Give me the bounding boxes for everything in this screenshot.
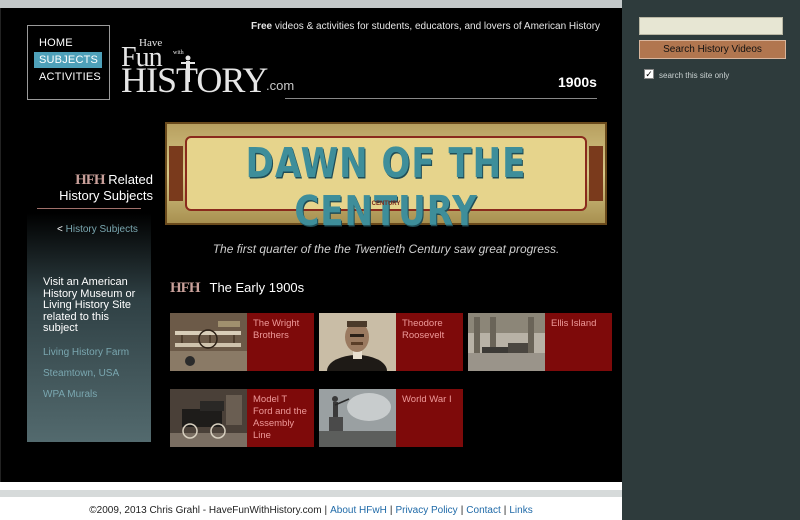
sidebar: HFH Related History Subjects < History S… [27,124,153,442]
tagline-rest: videos & activities for students, educat… [272,21,601,32]
hfh-logo-icon: HFH [75,172,105,188]
search-history-videos-button[interactable]: Search History Videos [639,40,786,59]
footer-links-link[interactable]: Links [509,505,532,516]
history-subjects-link-label: History Subjects [62,224,138,235]
top-strip [0,0,622,8]
era-label: 1900s [558,74,597,90]
banner-caption: The first quarter of the the Twentieth C… [212,242,560,256]
footer-copyright: ©2009, 2013 Chris Grahl - HaveFunWithHis… [89,505,322,516]
banner-ornament-right [589,146,603,201]
history-subjects-link[interactable]: < History Subjects [57,224,138,235]
tile-ellis-island-label: Ellis Island [545,313,612,371]
tile-world-war-i[interactable]: World War I [319,389,463,447]
sidebar-title-line2: History Subjects [59,188,153,203]
dawn-of-the-century-banner: DAWN OF THE CENTURY CENTURY [165,122,607,236]
main-content: HOME SUBJECTS ACTIVITIES Have Fun with H… [0,8,622,482]
tile-ellis-island[interactable]: Ellis Island [468,313,612,371]
tile-world-war-i-label: World War I [396,389,463,447]
tile-model-t-ford[interactable]: Model T Ford and the Assembly Line [170,389,314,447]
banner-title: DAWN OF THE CENTURY [245,140,527,236]
soldier-photo-icon [319,389,396,447]
visit-museum-text: Visit an American History Museum or Livi… [43,276,136,334]
wpa-murals-link[interactable]: WPA Murals [43,389,97,400]
tile-model-t-ford-label: Model T Ford and the Assembly Line [247,389,314,447]
living-history-farm-link[interactable]: Living History Farm [43,347,129,358]
sidebar-title-line1: Related [108,172,153,187]
sidebar-title: HFH Related History Subjects [41,172,153,204]
search-panel: Search History Videos ✓ search this site… [622,0,800,520]
search-site-only-label: search this site only [659,71,730,80]
tagline-free: Free [251,21,273,32]
hall-photo-icon [468,313,545,371]
logo-dotcom: .com [266,78,295,93]
portrait-photo-icon [319,313,396,371]
banner-subtitle: CENTURY [371,201,401,207]
site-logo[interactable]: Have Fun with HISTORY .com [121,37,301,100]
banner-ornament-left [169,146,183,201]
nav-home[interactable]: HOME [34,35,102,51]
sidebar-divider [37,208,141,209]
footer-privacy-link[interactable]: Privacy Policy [395,505,457,516]
search-input[interactable] [639,17,783,35]
tile-wright-brothers[interactable]: The Wright Brothers [170,313,314,371]
hfh-logo-icon: HFH [170,280,200,296]
footer-text: ©2009, 2013 Chris Grahl - HaveFunWithHis… [89,505,533,516]
footer-contact-link[interactable]: Contact [466,505,500,516]
header-divider [285,98,597,99]
nav-activities[interactable]: ACTIVITIES [34,69,102,85]
car-photo-icon [170,389,247,447]
main-nav: HOME SUBJECTS ACTIVITIES [27,25,110,100]
footer-about-link[interactable]: About HFwH [330,505,387,516]
nav-subjects[interactable]: SUBJECTS [34,52,102,68]
footer: ©2009, 2013 Chris Grahl - HaveFunWithHis… [0,490,622,520]
tile-wright-brothers-label: The Wright Brothers [247,313,314,371]
tile-theodore-roosevelt[interactable]: Theodore Roosevelt [319,313,463,371]
banner-panel: DAWN OF THE CENTURY CENTURY [185,136,587,236]
search-site-only-checkbox[interactable]: ✓ [644,69,654,79]
logo-figure-icon [181,55,195,82]
section-title: The Early 1900s [209,280,305,295]
section-heading: HFH The Early 1900s [170,280,304,297]
site-tagline: Free videos & activities for students, e… [251,21,600,32]
steamtown-link[interactable]: Steamtown, USA [43,368,119,379]
tile-theodore-roosevelt-label: Theodore Roosevelt [396,313,463,371]
airplane-photo-icon [170,313,247,371]
